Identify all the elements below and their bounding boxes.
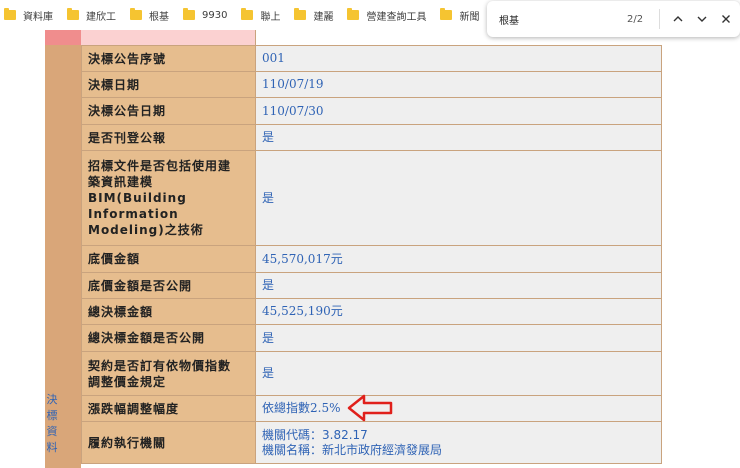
row-label: 底價金額是否公開 xyxy=(81,272,256,299)
row-label: 底價金額 xyxy=(81,245,256,273)
bookmark-folder[interactable]: 新聞 xyxy=(440,8,479,23)
table-row: 總決標金額是否公開 是 xyxy=(81,324,662,352)
find-match-count: 2/2 xyxy=(627,13,644,25)
row-value: 110/07/30 xyxy=(255,97,662,125)
row-value: 110/07/19 xyxy=(255,71,662,98)
find-in-page-bar: 2/2 xyxy=(487,1,740,37)
table-row: 總決標金額 45,525,190元 xyxy=(81,298,662,325)
label-line: 調整價金規定 xyxy=(88,374,167,389)
table-row: 契約是否訂有依物價指數 調整價金規定 是 xyxy=(81,351,662,396)
bookmark-folder[interactable]: 資料庫 xyxy=(4,8,53,23)
label-line: Modeling)之技術 xyxy=(88,223,204,237)
label-line: Information xyxy=(88,207,179,221)
find-next-button[interactable] xyxy=(690,7,714,31)
header-strip-dark xyxy=(45,28,81,45)
bookmark-folder[interactable]: 建麗 xyxy=(294,8,333,23)
row-label: 總決標金額是否公開 xyxy=(81,324,256,352)
table-row: 底價金額 45,570,017元 xyxy=(81,245,662,273)
table-row: 決標日期 110/07/19 xyxy=(81,71,662,98)
row-label: 決標公告日期 xyxy=(81,97,256,125)
bookmark-label: 9930 xyxy=(202,9,228,21)
bookmark-label: 資料庫 xyxy=(23,11,53,23)
folder-icon xyxy=(241,8,254,20)
row-label: 總決標金額 xyxy=(81,298,256,325)
bookmark-folder[interactable]: 根基 xyxy=(130,8,169,23)
label-line: BIM(Building xyxy=(88,191,187,205)
row-value: 是 xyxy=(255,124,662,151)
find-close-button[interactable] xyxy=(714,7,738,31)
bookmark-label: 根基 xyxy=(149,11,169,23)
row-label: 招標文件是否包括使用建 築資訊建模 BIM(Building Informati… xyxy=(81,150,256,246)
label-line: 招標文件是否包括使用建 xyxy=(88,159,232,173)
row-label: 決標公告序號 xyxy=(81,45,256,72)
chevron-up-icon xyxy=(673,16,683,22)
table-row: 決標公告序號 001 xyxy=(81,45,662,72)
row-label: 漲跌幅調整幅度 xyxy=(81,395,256,422)
table-row: 決標公告日期 110/07/30 xyxy=(81,97,662,125)
section-label: 決標資料 xyxy=(46,393,58,454)
table-row: 履約執行機關 機關代碼：3.82.17 機關名稱：新北市政府經濟發展局 xyxy=(81,421,662,464)
tender-detail-page: 決標資料 決標公告序號 001 決標日期 110/07/19 決標公告日期 11… xyxy=(0,0,740,468)
folder-icon xyxy=(294,8,307,20)
row-label: 是否刊登公報 xyxy=(81,124,256,151)
row-value: 是 xyxy=(255,324,662,352)
divider xyxy=(659,9,660,29)
find-previous-button[interactable] xyxy=(666,7,690,31)
label-line: 契約是否訂有依物價指數 xyxy=(88,358,232,373)
folder-icon xyxy=(130,8,142,20)
folder-icon xyxy=(183,8,195,20)
folder-icon xyxy=(440,8,453,20)
row-value: 001 xyxy=(255,45,662,72)
value-line: 機關代碼：3.82.17 xyxy=(262,427,368,442)
folder-icon xyxy=(4,8,16,20)
bookmark-folder[interactable]: 建欣工 xyxy=(67,8,116,23)
table-row: 是否刊登公報 是 xyxy=(81,124,662,151)
row-value: 是 xyxy=(255,150,662,246)
bookmark-label: 聯上 xyxy=(260,11,281,23)
bookmark-label: 新聞 xyxy=(459,11,480,23)
row-label: 履約執行機關 xyxy=(81,421,256,464)
chevron-down-icon xyxy=(697,16,707,22)
close-icon xyxy=(722,15,730,23)
row-value: 依總指數2.5% xyxy=(255,395,662,422)
red-arrow-annotation xyxy=(347,394,393,422)
bookmark-label: 建欣工 xyxy=(86,11,116,23)
label-line: 築資訊建模 xyxy=(88,175,154,189)
value-line: 機關名稱：新北市政府經濟發展局 xyxy=(262,442,443,457)
folder-icon xyxy=(347,8,360,20)
row-value: 是 xyxy=(255,272,662,299)
table-row: 招標文件是否包括使用建 築資訊建模 BIM(Building Informati… xyxy=(81,150,662,246)
row-value: 機關代碼：3.82.17 機關名稱：新北市政府經濟發展局 xyxy=(255,421,662,464)
row-value: 45,570,017元 xyxy=(255,245,662,273)
find-input[interactable] xyxy=(499,13,619,25)
table-row: 底價金額是否公開 是 xyxy=(81,272,662,299)
folder-icon xyxy=(67,8,79,20)
bookmark-folder[interactable]: 聯上 xyxy=(241,8,280,23)
bookmark-folder[interactable]: 營建查詢工具 xyxy=(347,8,426,23)
row-value: 是 xyxy=(255,351,662,396)
bookmark-folder[interactable]: 9930 xyxy=(183,8,228,21)
bookmark-label: 建麗 xyxy=(313,11,334,23)
bookmark-label: 營建查詢工具 xyxy=(366,11,427,23)
row-label: 契約是否訂有依物價指數 調整價金規定 xyxy=(81,351,256,396)
row-label: 決標日期 xyxy=(81,71,256,98)
row-value: 45,525,190元 xyxy=(255,298,662,325)
